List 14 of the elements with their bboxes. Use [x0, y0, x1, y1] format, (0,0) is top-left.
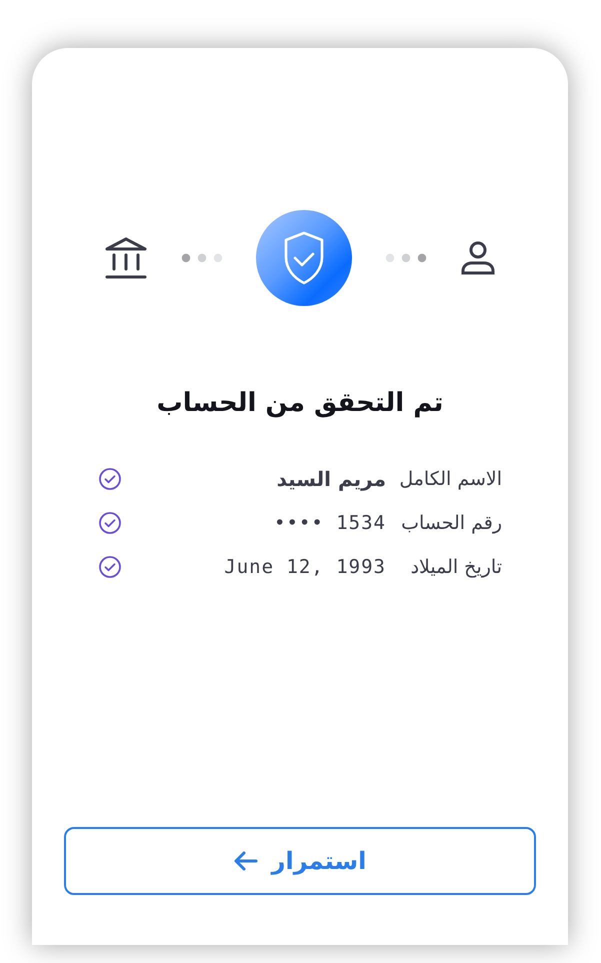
- title: تم التحقق من الحساب: [156, 387, 444, 420]
- field-label: رقم الحساب: [400, 510, 502, 536]
- field-value: مريم السيد: [276, 466, 386, 493]
- field-label: تاريخ الميلاد: [410, 554, 502, 580]
- bank-icon: [104, 237, 148, 279]
- arrow-left-icon: [234, 851, 258, 871]
- user-icon: [460, 240, 496, 276]
- shield-check-icon: [282, 231, 326, 285]
- progress-dots-icon: [385, 253, 427, 263]
- field-label: الاسم الكامل: [398, 466, 502, 492]
- field-value: •••• 1534: [274, 510, 386, 536]
- progress-dots-icon: [181, 253, 223, 263]
- field-value: June 12, 1993: [224, 554, 386, 580]
- continue-button[interactable]: استمرار: [64, 827, 536, 895]
